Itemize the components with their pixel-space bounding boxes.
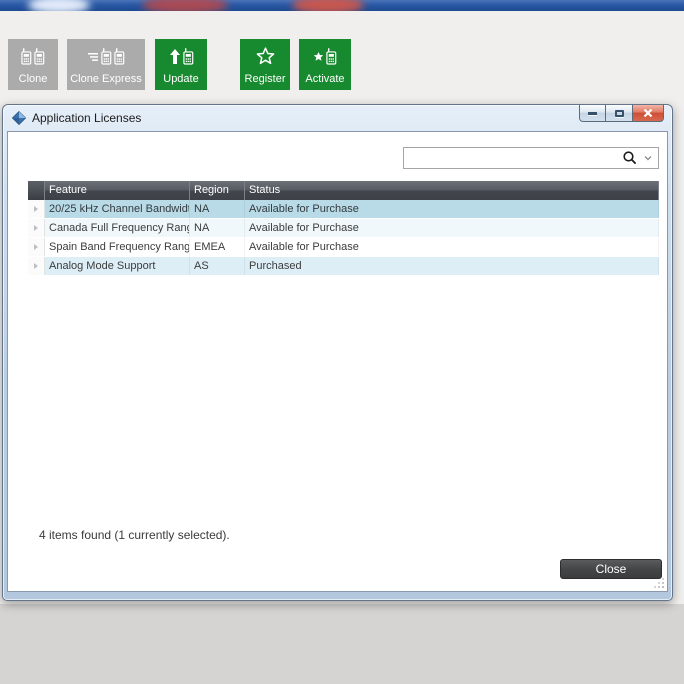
screen: { "background": { "top_bar_color": "#2a5… xyxy=(0,0,684,684)
minimize-icon xyxy=(588,111,597,115)
expander-arrow-icon xyxy=(34,225,38,231)
search-icon[interactable] xyxy=(620,150,640,166)
app-diamond-icon xyxy=(12,111,26,125)
dialog-titlebar[interactable]: Application Licenses xyxy=(3,105,672,131)
clone-button[interactable]: Clone xyxy=(8,39,58,90)
close-window-button[interactable] xyxy=(633,105,664,122)
maximize-button[interactable] xyxy=(606,105,633,122)
search-input[interactable] xyxy=(404,148,620,168)
table-row[interactable]: Analog Mode Support AS Purchased xyxy=(28,257,659,276)
resize-grip[interactable] xyxy=(653,577,665,589)
activate-button-label: Activate xyxy=(305,73,345,85)
cell-status: Available for Purchase xyxy=(245,219,659,237)
star-radio-icon xyxy=(313,46,337,65)
expander-arrow-icon xyxy=(34,244,38,250)
table-row[interactable]: Spain Band Frequency Range EMEA Availabl… xyxy=(28,238,659,257)
dialog-content: Feature Region Status 20/25 kHz Channel … xyxy=(7,131,668,592)
table-row[interactable]: Canada Full Frequency Range NA Available… xyxy=(28,219,659,238)
radio-pair-icon xyxy=(21,46,45,65)
expander-arrow-icon xyxy=(34,263,38,269)
cell-region: NA xyxy=(190,200,245,218)
column-header-feature[interactable]: Feature xyxy=(45,181,190,200)
clone-express-button-label: Clone Express xyxy=(70,73,142,85)
register-button-label: Register xyxy=(244,73,286,85)
update-button[interactable]: Update xyxy=(155,39,207,90)
cell-region: AS xyxy=(190,257,245,275)
update-button-label: Update xyxy=(163,73,199,85)
dialog-title: Application Licenses xyxy=(32,111,142,125)
clone-express-button[interactable]: Clone Express xyxy=(67,39,145,90)
titlebar-logo-blur xyxy=(142,0,228,11)
cell-status: Available for Purchase xyxy=(245,200,659,218)
cell-status: Purchased xyxy=(245,257,659,275)
window-controls xyxy=(579,105,664,122)
up-arrow-radio-icon xyxy=(169,46,194,65)
application-licenses-dialog: Application Licenses Feature Region Stat… xyxy=(2,104,673,601)
column-header-region[interactable]: Region xyxy=(190,181,245,200)
register-button[interactable]: Register xyxy=(240,39,290,90)
status-text: 4 items found (1 currently selected). xyxy=(39,528,230,542)
cell-region: NA xyxy=(190,219,245,237)
titlebar-logo-blur-2 xyxy=(292,0,364,11)
expander-arrow-icon xyxy=(34,206,38,212)
background-window-titlebar xyxy=(0,0,684,11)
column-header-status[interactable]: Status xyxy=(245,181,659,200)
header-gutter-cell xyxy=(28,181,45,200)
minimize-button[interactable] xyxy=(579,105,606,122)
clone-button-label: Clone xyxy=(18,73,48,85)
row-expander[interactable] xyxy=(28,238,45,256)
close-button[interactable]: Close xyxy=(560,559,662,579)
cell-feature: Canada Full Frequency Range xyxy=(45,219,190,237)
search-box xyxy=(403,147,659,169)
titlebar-glow xyxy=(28,0,90,11)
close-icon xyxy=(643,108,653,118)
search-options-chevron-icon[interactable] xyxy=(640,155,658,161)
licenses-table: Feature Region Status 20/25 kHz Channel … xyxy=(28,181,659,276)
express-radio-pair-icon xyxy=(87,46,125,65)
cell-status: Available for Purchase xyxy=(245,238,659,256)
table-row[interactable]: 20/25 kHz Channel Bandwidth NA Available… xyxy=(28,200,659,219)
star-outline-icon xyxy=(256,46,275,65)
cell-feature: Spain Band Frequency Range xyxy=(45,238,190,256)
row-expander[interactable] xyxy=(28,257,45,275)
table-header-row: Feature Region Status xyxy=(28,181,659,200)
cell-feature: Analog Mode Support xyxy=(45,257,190,275)
cell-feature: 20/25 kHz Channel Bandwidth xyxy=(45,200,190,218)
table-body: 20/25 kHz Channel Bandwidth NA Available… xyxy=(28,200,659,276)
maximize-icon xyxy=(614,109,624,117)
row-expander[interactable] xyxy=(28,219,45,237)
row-expander[interactable] xyxy=(28,200,45,218)
activate-button[interactable]: Activate xyxy=(299,39,351,90)
cell-region: EMEA xyxy=(190,238,245,256)
